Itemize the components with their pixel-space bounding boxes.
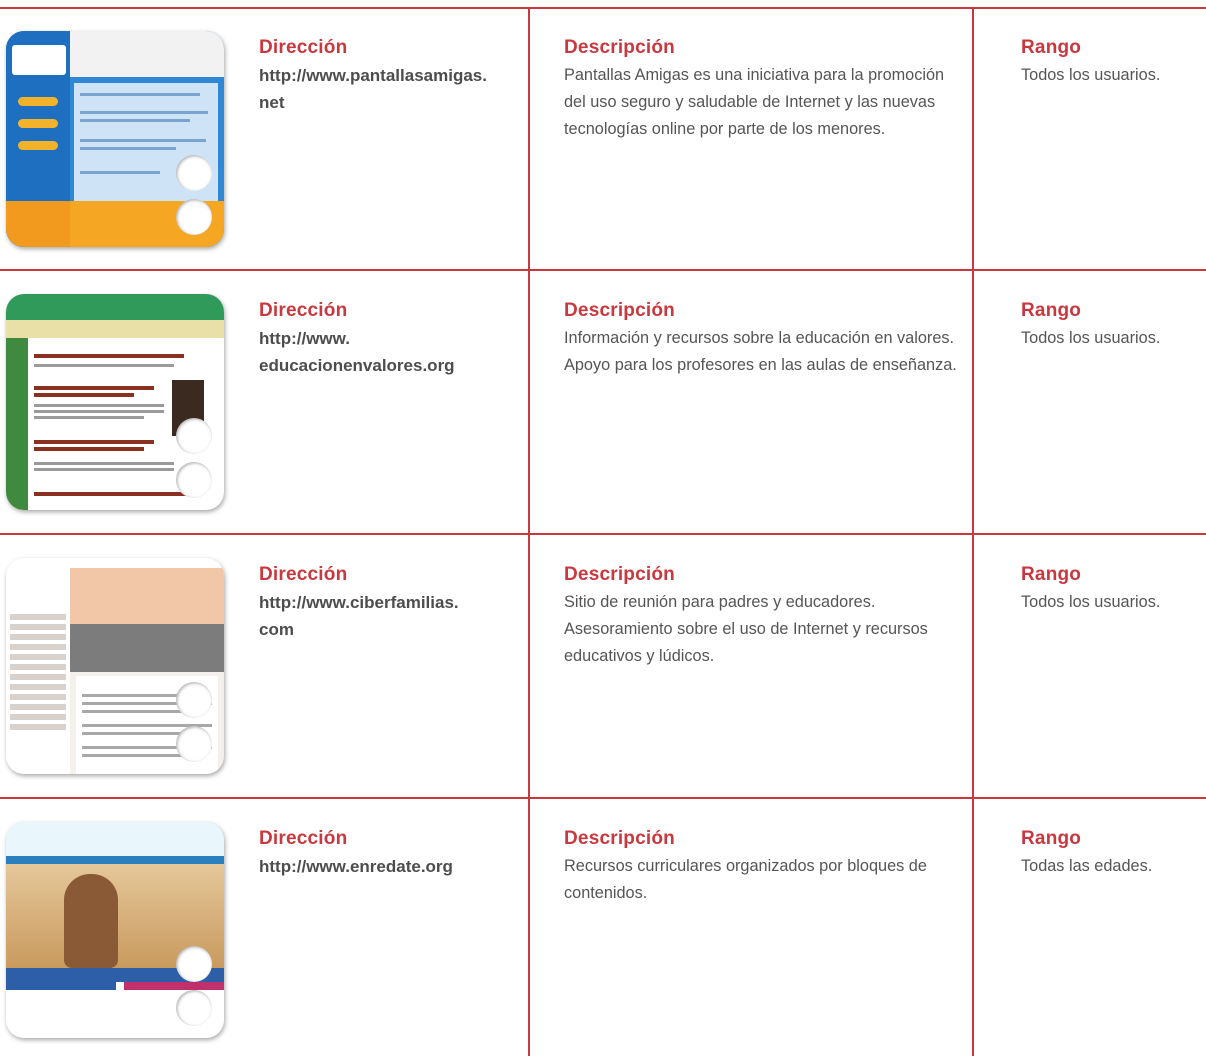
address-heading: Dirección xyxy=(259,37,348,58)
website-url[interactable]: http://www. educacionenvalores.org xyxy=(259,325,521,379)
range-heading: Rango xyxy=(1021,828,1082,849)
website-thumbnail xyxy=(6,558,224,774)
website-url[interactable]: http://www.ciberfamilias. com xyxy=(259,589,521,643)
description-text: Sitio de reunión para padres y educadore… xyxy=(564,593,928,665)
range-text: Todos los usuarios. xyxy=(1021,66,1161,84)
address-heading: Dirección xyxy=(259,828,348,849)
description-text: Información y recursos sobre la educació… xyxy=(564,329,957,374)
range-text: Todos los usuarios. xyxy=(1021,593,1161,611)
resource-row: Dirección http://www.pantallasamigas. ne… xyxy=(0,9,1206,271)
range-text: Todos los usuarios. xyxy=(1021,329,1161,347)
resource-row: Dirección http://www. educacionenvalores… xyxy=(0,272,1206,534)
description-heading: Descripción xyxy=(564,37,675,58)
website-url[interactable]: http://www.enredate.org xyxy=(259,853,521,880)
range-text: Todas las edades. xyxy=(1021,857,1153,875)
description-heading: Descripción xyxy=(564,300,675,321)
range-heading: Rango xyxy=(1021,300,1082,321)
website-thumbnail xyxy=(6,294,224,510)
description-heading: Descripción xyxy=(564,828,675,849)
website-thumbnail xyxy=(6,31,224,247)
range-heading: Rango xyxy=(1021,37,1082,58)
description-text: Recursos curriculares organizados por bl… xyxy=(564,857,927,902)
description-text: Pantallas Amigas es una iniciativa para … xyxy=(564,66,945,138)
address-heading: Dirección xyxy=(259,300,348,321)
range-heading: Rango xyxy=(1021,564,1082,585)
website-url[interactable]: http://www.pantallasamigas. net xyxy=(259,62,521,116)
website-thumbnail xyxy=(6,822,224,1038)
resource-row: Dirección http://www.enredate.org Descri… xyxy=(0,800,1206,1062)
address-heading: Dirección xyxy=(259,564,348,585)
resource-row: Dirección http://www.ciberfamilias. com … xyxy=(0,536,1206,798)
description-heading: Descripción xyxy=(564,564,675,585)
